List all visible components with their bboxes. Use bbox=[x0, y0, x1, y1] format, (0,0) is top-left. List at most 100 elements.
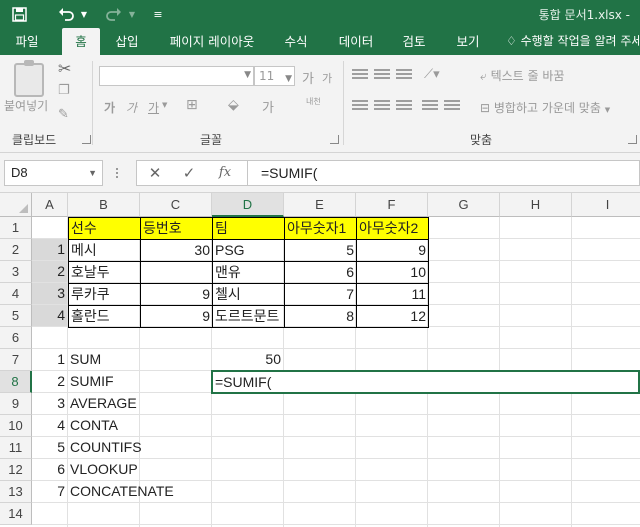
list-item[interactable]: COUNTIFS bbox=[68, 437, 142, 459]
table-cell[interactable]: 7 bbox=[284, 283, 357, 306]
fill-color-icon[interactable]: ⬙ bbox=[228, 97, 239, 113]
grow-font-button[interactable]: 가 bbox=[302, 68, 314, 87]
cut-icon[interactable]: ✂ bbox=[58, 59, 71, 78]
table-cell[interactable]: 6 bbox=[284, 261, 357, 284]
table-cell[interactable]: 12 bbox=[356, 305, 429, 328]
list-item-index[interactable]: 5 bbox=[32, 437, 68, 459]
font-name-select[interactable]: ▼ bbox=[99, 66, 254, 86]
header-cell-n1[interactable]: 아무숫자1 bbox=[284, 217, 357, 240]
table-cell[interactable]: 루카쿠 bbox=[68, 283, 141, 306]
merge-center-button[interactable]: ⊟ 병합하고 가운데 맞춤 ▼ bbox=[480, 99, 610, 116]
list-item-index[interactable]: 6 bbox=[32, 459, 68, 481]
header-cell-player[interactable]: 선수 bbox=[68, 217, 141, 240]
align-right-icon[interactable] bbox=[396, 100, 412, 112]
row-header-14[interactable]: 14 bbox=[0, 503, 32, 525]
table-cell[interactable]: 메시 bbox=[68, 239, 141, 262]
table-cell[interactable]: 4 bbox=[32, 305, 68, 327]
name-box[interactable]: D8 ▼ bbox=[4, 160, 103, 186]
redo-dropdown-icon[interactable]: ▼ bbox=[126, 0, 138, 28]
paste-icon[interactable] bbox=[14, 60, 44, 97]
row-header-6[interactable]: 6 bbox=[0, 327, 32, 349]
table-cell[interactable]: 30 bbox=[140, 239, 213, 262]
insert-function-icon[interactable]: fx bbox=[211, 161, 239, 185]
row-header-2[interactable]: 2 bbox=[0, 239, 32, 261]
copy-icon[interactable]: ❐ bbox=[58, 83, 70, 98]
column-header-f[interactable]: F bbox=[356, 193, 428, 217]
column-header-b[interactable]: B bbox=[68, 193, 140, 217]
italic-button[interactable]: 가 bbox=[126, 99, 137, 116]
phonetic-button[interactable]: 내천 bbox=[306, 97, 321, 106]
tab-home[interactable]: 홈 bbox=[62, 28, 100, 55]
table-cell[interactable]: 9 bbox=[356, 239, 429, 262]
column-header-h[interactable]: H bbox=[500, 193, 572, 217]
sum-result-cell[interactable]: 50 bbox=[212, 349, 284, 371]
paste-button[interactable]: 붙여넣기 bbox=[4, 97, 48, 114]
list-item[interactable]: CONTA bbox=[68, 415, 140, 437]
list-item-index[interactable]: 2 bbox=[32, 371, 68, 393]
tab-data[interactable]: 데이터 bbox=[330, 28, 382, 55]
alignment-launcher-icon[interactable] bbox=[628, 135, 637, 144]
customize-icon[interactable]: ≡ bbox=[150, 0, 166, 28]
font-launcher-icon[interactable] bbox=[330, 135, 339, 144]
table-cell[interactable]: 3 bbox=[32, 283, 68, 305]
table-cell[interactable]: 홀란드 bbox=[68, 305, 141, 328]
row-header-9[interactable]: 9 bbox=[0, 393, 32, 415]
table-cell[interactable]: 9 bbox=[140, 283, 213, 306]
row-header-8[interactable]: 8 bbox=[0, 371, 32, 393]
tab-page-layout[interactable]: 페이지 레이아웃 bbox=[158, 28, 266, 55]
save-icon[interactable] bbox=[8, 0, 30, 28]
row-header-12[interactable]: 12 bbox=[0, 459, 32, 481]
orientation-icon[interactable]: ⟋▾ bbox=[424, 67, 440, 82]
increase-indent-icon[interactable] bbox=[444, 100, 460, 112]
list-item[interactable]: SUMIF bbox=[68, 371, 140, 393]
table-cell[interactable]: 첼시 bbox=[212, 283, 285, 306]
list-item[interactable]: SUM bbox=[68, 349, 140, 371]
table-cell[interactable]: 10 bbox=[356, 261, 429, 284]
bold-button[interactable]: 가 bbox=[104, 99, 115, 116]
column-header-a[interactable]: A bbox=[32, 193, 68, 217]
table-cell[interactable]: 5 bbox=[284, 239, 357, 262]
wrap-text-button[interactable]: ⤶ 텍스트 줄 바꿈 bbox=[480, 67, 564, 84]
align-center-icon[interactable] bbox=[374, 100, 390, 112]
borders-icon[interactable]: ⊞ bbox=[186, 97, 198, 113]
table-cell[interactable] bbox=[140, 261, 213, 284]
row-header-11[interactable]: 11 bbox=[0, 437, 32, 459]
align-bottom-icon[interactable] bbox=[396, 69, 412, 81]
align-left-icon[interactable] bbox=[352, 100, 368, 112]
table-cell[interactable]: 8 bbox=[284, 305, 357, 328]
font-color-button[interactable]: 가 bbox=[262, 97, 274, 116]
table-cell[interactable]: 9 bbox=[140, 305, 213, 328]
row-header-1[interactable]: 1 bbox=[0, 217, 32, 239]
column-header-i[interactable]: I bbox=[572, 193, 640, 217]
tab-formulas[interactable]: 수식 bbox=[276, 28, 316, 55]
column-header-c[interactable]: C bbox=[140, 193, 212, 217]
underline-button[interactable]: 가 bbox=[148, 99, 159, 116]
decrease-indent-icon[interactable] bbox=[422, 100, 438, 112]
table-cell[interactable]: PSG bbox=[212, 239, 285, 262]
chevron-down-icon[interactable]: ▼ bbox=[162, 101, 167, 109]
redo-icon[interactable] bbox=[104, 0, 124, 28]
list-item-index[interactable]: 4 bbox=[32, 415, 68, 437]
table-cell[interactable]: 2 bbox=[32, 261, 68, 283]
row-header-3[interactable]: 3 bbox=[0, 261, 32, 283]
list-item-index[interactable]: 7 bbox=[32, 481, 68, 503]
tab-insert[interactable]: 삽입 bbox=[106, 28, 148, 55]
header-cell-team[interactable]: 팀 bbox=[212, 217, 285, 240]
chevron-down-icon[interactable]: ▼ bbox=[88, 161, 97, 185]
align-middle-icon[interactable] bbox=[374, 69, 390, 81]
tab-review[interactable]: 검토 bbox=[394, 28, 434, 55]
column-header-e[interactable]: E bbox=[284, 193, 356, 217]
table-cell[interactable]: 1 bbox=[32, 239, 68, 261]
tab-view[interactable]: 보기 bbox=[448, 28, 488, 55]
grip-icon[interactable] bbox=[116, 168, 120, 180]
formula-input[interactable]: =SUMIF( bbox=[248, 160, 640, 186]
clipboard-launcher-icon[interactable] bbox=[82, 135, 91, 144]
table-cell[interactable]: 도르트문트 bbox=[212, 305, 285, 328]
list-item[interactable]: VLOOKUP bbox=[68, 459, 140, 481]
header-cell-number[interactable]: 등번호 bbox=[140, 217, 213, 240]
cancel-icon[interactable]: ✕ bbox=[141, 161, 169, 185]
list-item-index[interactable]: 1 bbox=[32, 349, 68, 371]
list-item-index[interactable]: 3 bbox=[32, 393, 68, 415]
active-cell-d8[interactable]: =SUMIF( bbox=[211, 370, 640, 394]
select-all-button[interactable] bbox=[0, 193, 32, 217]
